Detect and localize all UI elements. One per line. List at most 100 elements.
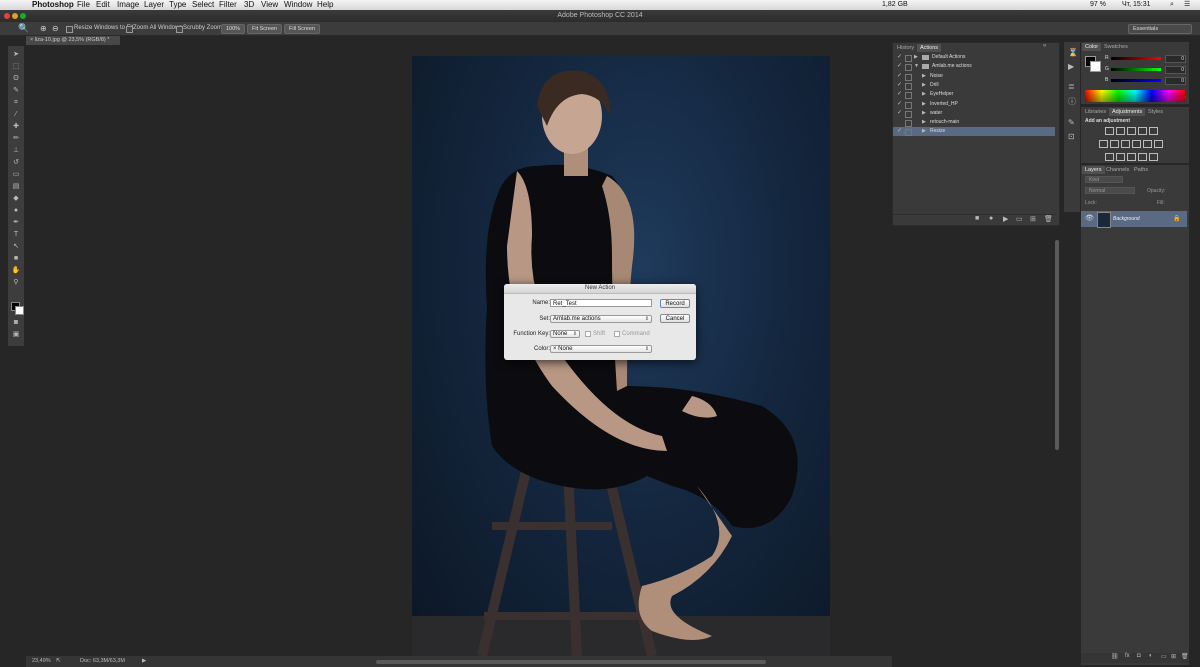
zoom-tool-icon[interactable]: 🔍 [18, 22, 29, 35]
toggle-dialog-box[interactable] [905, 82, 912, 90]
stamp-tool-icon[interactable]: ⊥ [10, 146, 22, 156]
action-row[interactable]: ✓ ▶ water [893, 109, 1055, 118]
quick-select-tool-icon[interactable]: ✎ [10, 86, 22, 96]
workspace-select[interactable]: Essentials [1128, 24, 1192, 34]
disclosure-triangle-icon[interactable]: ▶ [922, 100, 926, 109]
menu-app-name[interactable]: Photoshop [32, 0, 74, 10]
menu-list-icon[interactable]: ☰ [1184, 0, 1190, 10]
toggle-item-check-icon[interactable]: ✓ [897, 127, 902, 136]
disclosure-triangle-icon[interactable]: ▶ [922, 72, 926, 81]
play-icon[interactable]: ▶ [1003, 215, 1008, 223]
brightness-adjustment-icon[interactable] [1105, 127, 1114, 135]
tab-libraries[interactable]: Libraries [1082, 108, 1109, 116]
disclosure-triangle-icon[interactable]: ▶ [922, 127, 926, 136]
color-balance-icon[interactable] [1110, 140, 1119, 148]
layer-style-icon[interactable]: fx [1125, 653, 1130, 659]
zoom-level[interactable]: 23,49% [32, 656, 51, 667]
toggle-dialog-box[interactable] [905, 55, 912, 62]
disclosure-triangle-icon[interactable]: ▶ [922, 118, 926, 127]
selective-color-icon[interactable] [1149, 153, 1158, 161]
link-layers-icon[interactable]: ⛓ [1111, 653, 1119, 660]
action-row[interactable]: ✓ ▶ EyeHelper [893, 90, 1055, 100]
delete-icon[interactable]: 🗑 [1044, 215, 1053, 223]
toggle-dialog-box[interactable] [905, 129, 912, 137]
actions-panel-icon[interactable]: ▶ [1068, 62, 1074, 71]
clone-source-panel-icon[interactable]: ⊡ [1068, 132, 1075, 141]
record-icon[interactable]: ● [989, 215, 993, 222]
new-group-icon[interactable]: ▭ [1161, 653, 1167, 660]
info-panel-icon[interactable]: ⓘ [1068, 96, 1076, 107]
toggle-dialog-box[interactable] [905, 110, 912, 118]
eyedropper-tool-icon[interactable]: ⁄ [10, 110, 22, 120]
action-row[interactable]: ✓ ▶ Resize [893, 127, 1055, 137]
toggle-dialog-box[interactable] [905, 101, 912, 109]
background-color-swatch[interactable] [15, 306, 24, 315]
menu-view[interactable]: View [261, 0, 278, 10]
menu-help[interactable]: Help [317, 0, 333, 10]
close-tab-icon[interactable]: × [30, 37, 33, 43]
crop-tool-icon[interactable]: ⌗ [10, 98, 22, 108]
channel-mixer-icon[interactable] [1143, 140, 1152, 148]
screen-mode-icon[interactable]: ▣ [10, 330, 22, 340]
color-lookup-icon[interactable] [1154, 140, 1163, 148]
path-select-tool-icon[interactable]: ↖ [10, 242, 22, 252]
disclosure-triangle-icon[interactable]: ▶ [922, 81, 926, 90]
layer-row-background[interactable]: 👁 Background 🔒 [1081, 211, 1187, 228]
tab-swatches[interactable]: Swatches [1101, 43, 1131, 51]
g-slider[interactable] [1111, 68, 1161, 71]
shift-checkbox[interactable] [585, 331, 591, 337]
menu-3d[interactable]: 3D [244, 0, 254, 10]
r-value[interactable]: 0 [1165, 55, 1186, 63]
menu-type[interactable]: Type [169, 0, 186, 10]
toggle-dialog-box[interactable] [905, 73, 912, 81]
tab-color[interactable]: Color [1082, 43, 1102, 51]
tab-channels[interactable]: Channels [1103, 166, 1132, 174]
tab-paths[interactable]: Paths [1131, 166, 1151, 174]
panel-collapse-icon[interactable]: « [1043, 43, 1046, 49]
zoom-tool-side-icon[interactable]: ⚲ [10, 278, 22, 288]
history-brush-tool-icon[interactable]: ↺ [10, 158, 22, 168]
action-row[interactable]: ✓ ▶ Default Actions [893, 53, 1055, 62]
gradient-tool-icon[interactable]: ▤ [10, 182, 22, 192]
brush-tool-icon[interactable]: ✏ [10, 134, 22, 144]
blur-tool-icon[interactable]: ◆ [10, 194, 22, 204]
function-key-select[interactable]: None ⇕ [550, 330, 580, 338]
blend-mode-select[interactable]: Normal [1085, 187, 1135, 194]
toggle-dialog-box[interactable] [905, 64, 912, 72]
gradient-map-icon[interactable] [1138, 153, 1147, 161]
history-panel-icon[interactable]: ⌛ [1068, 48, 1078, 57]
properties-panel-icon[interactable]: ≣ [1068, 82, 1075, 91]
layer-name[interactable]: Background [1113, 216, 1140, 222]
b-slider[interactable] [1111, 79, 1161, 82]
eraser-tool-icon[interactable]: ▭ [10, 170, 22, 180]
threshold-icon[interactable] [1127, 153, 1136, 161]
r-slider[interactable] [1111, 57, 1161, 60]
posterize-icon[interactable] [1116, 153, 1125, 161]
stop-icon[interactable]: ■ [975, 215, 979, 222]
menu-filter[interactable]: Filter [219, 0, 237, 10]
new-fill-layer-icon[interactable]: ◐ [1149, 653, 1153, 659]
record-button[interactable]: Record [660, 299, 690, 308]
disclosure-triangle-icon[interactable]: ▶ [914, 53, 918, 62]
photo-filter-icon[interactable] [1132, 140, 1141, 148]
new-layer-icon[interactable]: ⊞ [1171, 653, 1176, 660]
document-tab[interactable]: × liza-10.jpg @ 23,5% (RGB/8) * [26, 36, 120, 45]
curves-adjustment-icon[interactable] [1127, 127, 1136, 135]
menu-image[interactable]: Image [117, 0, 139, 10]
clock[interactable]: Чт, 15:31 [1122, 0, 1151, 10]
toggle-item-check-icon[interactable]: ✓ [897, 81, 902, 90]
invert-icon[interactable] [1105, 153, 1114, 161]
menu-select[interactable]: Select [192, 0, 214, 10]
zoom-out-icon[interactable]: ⊖ [52, 22, 59, 35]
menu-edit[interactable]: Edit [96, 0, 110, 10]
tab-styles[interactable]: Styles [1145, 108, 1166, 116]
type-tool-icon[interactable]: T [10, 230, 22, 240]
zoom-window-button[interactable] [20, 13, 26, 19]
tab-adjustments[interactable]: Adjustments [1109, 108, 1146, 116]
fit-screen-button[interactable]: Fit Screen [247, 24, 283, 34]
toggle-item-check-icon[interactable]: ✓ [897, 100, 902, 109]
fill-screen-button[interactable]: Fill Screen [284, 24, 320, 34]
action-row[interactable]: ✓ ▶ Drill [893, 81, 1055, 90]
scrubby-zoom-checkbox[interactable] [176, 26, 183, 33]
toggle-item-check-icon[interactable]: ✓ [897, 53, 902, 62]
